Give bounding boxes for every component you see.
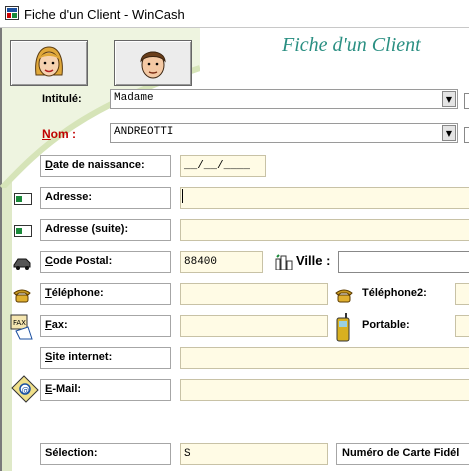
adresse-suite-input[interactable] [180,219,469,241]
nom-dropdown-arrow-icon[interactable]: ▼ [442,125,456,141]
mobile-phone-icon [336,313,350,342]
selection-input[interactable]: S [180,443,328,465]
female-photo-button[interactable] [10,40,88,86]
svg-text:@: @ [22,386,30,395]
telephone-icon [13,289,31,303]
intitule-value: Madame [114,92,154,104]
carte-fidelite-label: Numéro de Carte Fidél [342,447,460,459]
telephone-label: Téléphone: [45,287,104,299]
male-photo-button[interactable] [114,40,192,86]
city-buildings-icon [275,254,293,270]
site-label: Site internet: [45,351,113,363]
date-naissance-label: Date de naissance: [45,159,145,171]
fax-icon: FAX [10,314,33,340]
portable-input[interactable] [455,315,469,337]
fax-label: Fax: [45,319,68,331]
telephone2-input[interactable] [455,283,469,305]
wincash-app-icon [5,6,19,20]
code-postal-input[interactable]: 88400 [180,251,263,273]
date-naissance-input[interactable]: __/__/____ [180,155,266,177]
intitule-label: Intitulé: [42,93,82,105]
nom-combo[interactable]: ANDREOTTI ▼ [110,123,458,143]
intitule-combo[interactable]: Madame ▼ [110,89,458,109]
window-title: Fiche d'un Client - WinCash [24,7,185,22]
envelope-icon [14,225,32,237]
fax-input[interactable] [180,315,328,337]
nom-label: Nom : [42,127,77,141]
male-face-icon [140,51,166,79]
text-cursor [182,189,183,203]
email-input[interactable] [180,379,469,401]
svg-text:FAX: FAX [13,319,26,327]
adresse-input[interactable] [180,187,469,209]
email-label: E-Mail: [45,383,82,395]
title-bar[interactable]: Fiche d'un Client - WinCash [0,0,469,28]
portable-label: Portable: [362,319,410,331]
telephone-icon [335,289,353,303]
nom-value: ANDREOTTI [114,126,174,138]
code-postal-label: Code Postal: [45,255,113,267]
female-face-icon [35,46,63,77]
adresse-label: Adresse: [45,191,93,203]
intitule-dropdown-arrow-icon[interactable]: ▼ [442,91,456,107]
delivery-truck-icon [13,258,31,270]
intitule-side-button[interactable] [464,93,469,109]
nom-side-button[interactable] [464,127,469,143]
adresse-suite-label: Adresse (suite): [45,223,129,235]
ville-input[interactable] [338,251,469,273]
email-at-icon: @ [11,375,39,403]
form-heading: Fiche d'un Client [282,34,421,56]
site-input[interactable] [180,347,469,369]
envelope-icon [14,193,32,205]
ville-label: Ville : [296,253,331,268]
selection-label: Sélection: [45,447,98,459]
telephone-input[interactable] [180,283,328,305]
telephone2-label: Téléphone2: [362,287,427,299]
